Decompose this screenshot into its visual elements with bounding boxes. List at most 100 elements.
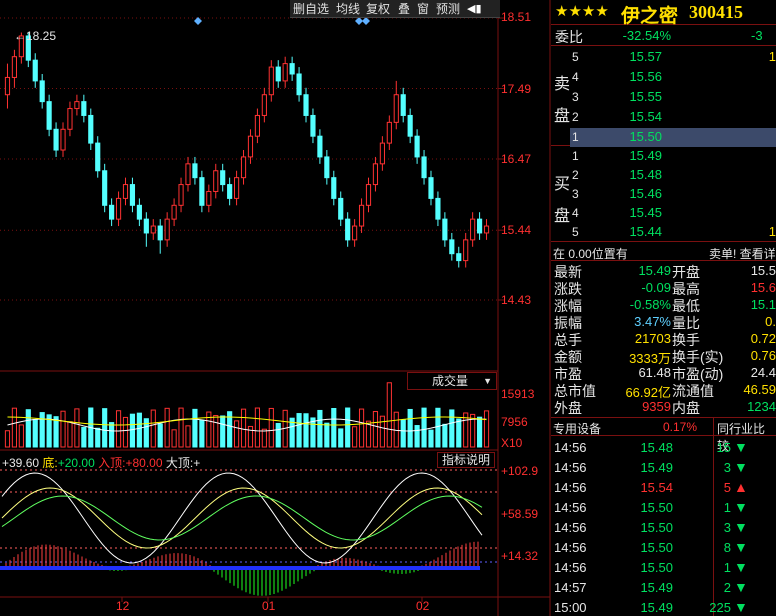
candle-body — [95, 142, 101, 172]
tick-row: 14:56 15.50 8 ▼ — [551, 539, 776, 559]
x-label-jan: 01 — [262, 599, 276, 613]
stock-code: 300415 — [689, 2, 743, 22]
volume-bar — [171, 429, 177, 448]
tick-row: 14:56 15.49 3 ▼ — [551, 459, 776, 479]
sell-level-row[interactable]: 2 15.54 — [570, 108, 776, 127]
tick-volume: 3 — [723, 460, 731, 475]
indicator-baseline — [0, 566, 480, 570]
quote-value: 15.5 — [750, 263, 776, 278]
indicator-tick-2: +58.59 — [501, 507, 539, 521]
volume-bar — [254, 407, 260, 448]
candle-body — [421, 156, 427, 179]
sell-level-row[interactable]: 1 15.50 — [570, 128, 776, 147]
volume-bar — [164, 407, 170, 448]
buy-level-row[interactable]: 3 15.46 — [570, 185, 776, 204]
quote-value: 21703 — [634, 331, 671, 346]
indicator-value-b: +20.00 — [57, 456, 95, 470]
volume-bar — [53, 416, 59, 448]
candle-body — [74, 101, 80, 110]
quote-value: -0.09 — [641, 280, 671, 295]
sell-level-row[interactable]: 5 15.57 1 — [570, 48, 776, 67]
volume-bar — [178, 407, 184, 448]
ma-button[interactable]: 均线 — [336, 1, 360, 17]
volume-bar — [400, 419, 406, 448]
price-tick-2: 17.49 — [501, 82, 532, 96]
candle-body — [268, 66, 274, 96]
buy-level-row[interactable]: 4 15.45 — [570, 204, 776, 223]
candle-body — [289, 63, 295, 75]
arrow-down-icon: ▼ — [734, 599, 748, 615]
volume-bar — [192, 408, 198, 448]
volume-bar — [358, 408, 365, 448]
sell-level-row[interactable]: 3 15.55 — [570, 88, 776, 107]
candle-body — [150, 225, 156, 234]
candle-body — [206, 190, 212, 206]
candle-body — [435, 197, 441, 220]
sector-name[interactable]: 专用设备 — [553, 420, 601, 437]
sector-pct: 0.17% — [662, 420, 697, 434]
buy-level-row[interactable]: 2 15.48 — [570, 166, 776, 185]
level-number: 2 — [572, 110, 579, 124]
quote-value: 0. — [765, 314, 776, 329]
adjust-button[interactable]: 复权 — [366, 1, 390, 17]
candle-body — [393, 94, 399, 123]
volume-bar — [414, 425, 420, 448]
candle-body — [102, 170, 108, 206]
sector-row: 专用设备 0.17% 同行业比较 — [551, 418, 776, 453]
level-price: 15.57 — [629, 49, 662, 64]
window-button[interactable]: 窗 — [417, 1, 429, 17]
x-label-feb: 02 — [416, 599, 430, 613]
quote-value: 15.1 — [750, 297, 776, 312]
tick-price: 15.50 — [640, 560, 673, 575]
status-right-link[interactable]: 卖单! 查看详 — [709, 245, 776, 262]
tick-row: 14:56 15.54 5 ▲ — [551, 479, 776, 499]
volume-bar — [95, 427, 101, 448]
candle-body — [53, 128, 59, 151]
buy-level-row[interactable]: 5 15.44 1 — [570, 223, 776, 242]
quote-value: 15.6 — [750, 280, 776, 295]
candle-body — [67, 108, 73, 130]
arrow-down-icon: ▼ — [734, 519, 748, 535]
sell-label-1: 卖 — [554, 76, 571, 93]
level-price: 15.45 — [629, 205, 662, 220]
tick-list: 14:56 15.48 15 ▼ 14:56 15.49 3 ▼ 14:56 15.54 5 ▲ 14:… — [551, 437, 776, 616]
sell-level-row[interactable]: 4 15.56 — [570, 68, 776, 87]
tick-time: 14:56 — [554, 440, 587, 455]
candle-body — [296, 73, 302, 96]
expand-icon[interactable]: ◀▮ — [467, 1, 482, 17]
candle-body — [358, 204, 365, 227]
candle-body — [379, 142, 385, 165]
candle-body — [185, 163, 191, 186]
tick-row: 15:00 15.49 225 ▼ — [551, 599, 776, 616]
volume-tick-3: X10 — [501, 436, 523, 450]
indicator-help-button[interactable]: 指标说明 — [437, 452, 495, 468]
remove-watchlist-button[interactable]: 删自选 — [293, 1, 329, 17]
volume-bar — [157, 423, 163, 448]
quote-value: 3.47% — [634, 314, 671, 329]
arrow-down-icon: ▼ — [734, 459, 748, 475]
wei-bi-row: 委比 -32.54% -3 — [551, 26, 776, 46]
indicator-label-d: 大顶: — [165, 456, 194, 470]
tick-volume: 5 — [723, 480, 731, 495]
arrow-down-icon: ▼ — [734, 499, 748, 515]
indicator-value-d: + — [193, 456, 201, 470]
forecast-button[interactable]: 预测 — [436, 1, 460, 17]
volume-selector-label: 成交量 — [432, 374, 469, 388]
quote-value: 9359 — [642, 399, 671, 414]
volume-bar — [324, 422, 330, 448]
tick-price: 15.49 — [640, 600, 673, 615]
quote-value: 24.4 — [750, 365, 776, 380]
volume-selector[interactable]: 成交量 ▼ — [407, 372, 497, 390]
tick-volume: 225 — [709, 600, 731, 615]
quote-value: 0.72 — [750, 331, 776, 346]
volume-bar — [25, 409, 31, 448]
candle-body — [115, 197, 122, 220]
candle-body — [81, 101, 87, 116]
price-tick-1: 18.51 — [501, 10, 532, 24]
candle-body — [352, 225, 358, 241]
buy-level-row[interactable]: 1 15.49 — [570, 147, 776, 166]
overlay-button[interactable]: 叠 — [398, 1, 410, 17]
volume-bar — [483, 410, 490, 448]
quote-row: 市盈 61.48 市盈(动) 24.4 — [551, 364, 776, 382]
volume-bar — [11, 407, 17, 448]
